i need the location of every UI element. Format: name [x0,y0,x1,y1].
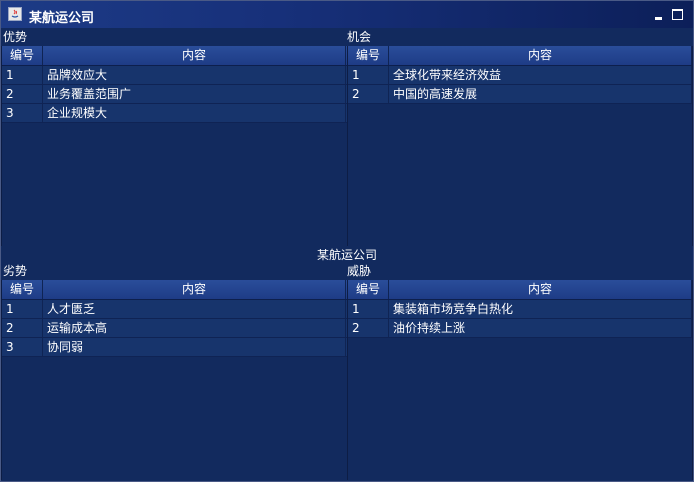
table-row[interactable]: 1 品牌效应大 [2,66,347,85]
column-header-id[interactable]: 编号 [348,280,389,299]
column-header-content[interactable]: 内容 [43,280,346,299]
column-header-content[interactable]: 内容 [389,280,692,299]
app-window: 某航运公司 优势 编号 内容 1 品牌效应大 2 业务覆盖范围广 3 企业规模大… [0,0,694,482]
table-row[interactable]: 2 业务覆盖范围广 [2,85,347,104]
table-row[interactable]: 3 协同弱 [2,338,347,357]
threats-table[interactable]: 编号 内容 1 集装箱市场竞争白热化 2 油价持续上涨 [347,280,693,480]
window-title: 某航运公司 [29,11,95,26]
row-content: 运输成本高 [43,319,346,337]
row-content: 企业规模大 [43,104,346,122]
table-row[interactable]: 1 全球化带来经济效益 [348,66,692,85]
java-app-icon[interactable] [8,7,22,21]
table-row[interactable]: 3 企业规模大 [2,104,347,123]
table-row[interactable]: 2 油价持续上涨 [348,319,692,338]
row-id: 1 [2,66,43,84]
maximize-button[interactable] [672,9,683,20]
table-row[interactable]: 2 中国的高速发展 [348,85,692,104]
row-id: 1 [2,300,43,318]
row-id: 2 [2,85,43,103]
row-content: 集装箱市场竞争白热化 [389,300,692,318]
column-header-id[interactable]: 编号 [348,46,389,65]
opportunities-table-header: 编号 内容 [348,46,692,66]
row-id: 2 [2,319,43,337]
table-row[interactable]: 1 人才匮乏 [2,300,347,319]
column-header-content[interactable]: 内容 [389,46,692,65]
row-id: 1 [348,66,389,84]
row-content: 品牌效应大 [43,66,346,84]
minimize-button[interactable] [653,9,665,21]
opportunities-table[interactable]: 编号 内容 1 全球化带来经济效益 2 中国的高速发展 [347,46,693,246]
opportunities-label: 机会 [347,30,372,44]
row-id: 3 [2,338,43,356]
column-header-id[interactable]: 编号 [2,46,43,65]
weaknesses-label: 劣势 [3,264,28,278]
row-content: 业务覆盖范围广 [43,85,346,103]
column-header-id[interactable]: 编号 [2,280,43,299]
row-id: 3 [2,104,43,122]
weaknesses-table[interactable]: 编号 内容 1 人才匮乏 2 运输成本高 3 协同弱 [1,280,348,480]
strengths-label: 优势 [3,30,28,44]
title-bar[interactable]: 某航运公司 [1,1,693,28]
table-row[interactable]: 2 运输成本高 [2,319,347,338]
strengths-table[interactable]: 编号 内容 1 品牌效应大 2 业务覆盖范围广 3 企业规模大 [1,46,348,246]
row-content: 油价持续上涨 [389,319,692,337]
row-content: 全球化带来经济效益 [389,66,692,84]
row-id: 1 [348,300,389,318]
row-content: 中国的高速发展 [389,85,692,103]
row-id: 2 [348,85,389,103]
table-row[interactable]: 1 集装箱市场竞争白热化 [348,300,692,319]
weaknesses-table-header: 编号 内容 [2,280,347,300]
company-center-label: 某航运公司 [316,248,377,262]
row-id: 2 [348,319,389,337]
threats-table-header: 编号 内容 [348,280,692,300]
row-content: 人才匮乏 [43,300,346,318]
column-header-content[interactable]: 内容 [43,46,346,65]
strengths-table-header: 编号 内容 [2,46,347,66]
row-content: 协同弱 [43,338,346,356]
threats-label: 威胁 [347,264,372,278]
